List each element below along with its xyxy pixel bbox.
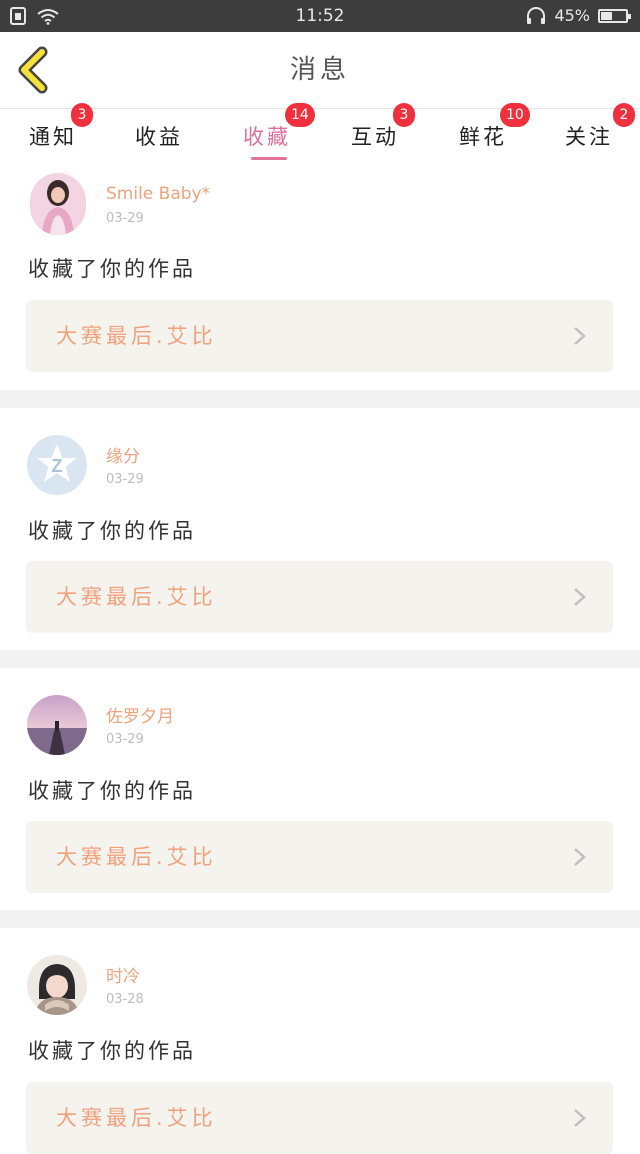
timestamp: 03-28	[106, 992, 144, 1007]
status-right: 45%	[526, 0, 631, 32]
avatar[interactable]	[30, 173, 86, 235]
work-title: 大赛最后.艾比	[56, 1106, 217, 1130]
work-title: 大赛最后.艾比	[56, 585, 217, 609]
activity-text: 收藏了你的作品	[28, 1039, 196, 1063]
tab-label: 收益	[135, 125, 183, 149]
list-item: 佐罗夕月 03-29 收藏了你的作品 大赛最后.艾比	[0, 668, 640, 910]
work-link[interactable]: 大赛最后.艾比	[26, 300, 613, 372]
chevron-right-icon	[574, 588, 586, 606]
work-link[interactable]: 大赛最后.艾比	[26, 561, 613, 633]
default-avatar-icon: Z	[27, 435, 87, 495]
active-tab-indicator	[251, 157, 287, 160]
user-avatar-image	[27, 695, 87, 755]
tab-bar: 通知 3 收益 收藏 14 互动 3 鲜花 10 关注 2	[0, 103, 640, 165]
activity-text: 收藏了你的作品	[28, 257, 196, 281]
tab-label: 互动	[351, 125, 399, 149]
avatar[interactable]: Z	[27, 435, 87, 495]
tab-earnings[interactable]: 收益	[111, 109, 207, 165]
username[interactable]: 佐罗夕月	[106, 702, 174, 727]
headphones-icon	[527, 7, 546, 24]
avatar[interactable]	[27, 695, 87, 755]
tab-follows[interactable]: 关注 2	[541, 103, 637, 165]
section-divider	[0, 650, 640, 668]
work-link[interactable]: 大赛最后.艾比	[26, 821, 613, 893]
timestamp: 03-29	[106, 211, 144, 226]
tab-badge: 10	[500, 103, 530, 127]
tab-label: 鲜花	[459, 125, 507, 149]
activity-text: 收藏了你的作品	[28, 519, 196, 543]
username[interactable]: 缘分	[106, 442, 140, 467]
tab-interactions[interactable]: 互动 3	[327, 103, 423, 165]
section-divider	[0, 910, 640, 928]
list-item: Smile Baby* 03-29 收藏了你的作品 大赛最后.艾比	[0, 165, 640, 390]
work-title: 大赛最后.艾比	[56, 324, 217, 348]
tab-badge: 3	[71, 103, 93, 127]
nav-header: 消息	[0, 32, 640, 109]
section-divider	[0, 390, 640, 408]
activity-text: 收藏了你的作品	[28, 779, 196, 803]
tab-badge: 3	[393, 103, 415, 127]
chevron-right-icon	[574, 1109, 586, 1127]
tab-flowers[interactable]: 鲜花 10	[435, 103, 531, 165]
tab-notifications[interactable]: 通知 3	[5, 103, 101, 165]
timestamp: 03-29	[106, 472, 144, 487]
page-title: 消息	[289, 55, 350, 85]
user-avatar-image	[27, 955, 87, 1015]
chevron-right-icon	[574, 848, 586, 866]
work-title: 大赛最后.艾比	[56, 845, 217, 869]
tab-favorites[interactable]: 收藏 14	[219, 103, 315, 165]
battery-fill	[601, 12, 612, 20]
tab-badge: 2	[613, 103, 635, 127]
list-item: Z 缘分 03-29 收藏了你的作品 大赛最后.艾比	[0, 408, 640, 650]
tab-label: 通知	[29, 125, 77, 149]
status-bar: 11:52 45%	[0, 0, 640, 32]
tab-label: 收藏	[243, 125, 291, 149]
username[interactable]: 时冷	[106, 962, 140, 987]
username[interactable]: Smile Baby*	[106, 184, 210, 204]
battery-percent: 45%	[554, 6, 590, 25]
timestamp: 03-29	[106, 732, 144, 747]
chevron-right-icon	[574, 327, 586, 345]
tab-badge: 14	[285, 103, 315, 127]
work-link[interactable]: 大赛最后.艾比	[26, 1082, 613, 1154]
battery-icon	[598, 9, 631, 23]
list-item: 时冷 03-28 收藏了你的作品 大赛最后.艾比	[0, 928, 640, 1154]
tab-label: 关注	[565, 125, 613, 149]
svg-text:Z: Z	[52, 456, 63, 476]
avatar[interactable]	[27, 955, 87, 1015]
user-avatar-image	[30, 173, 86, 235]
